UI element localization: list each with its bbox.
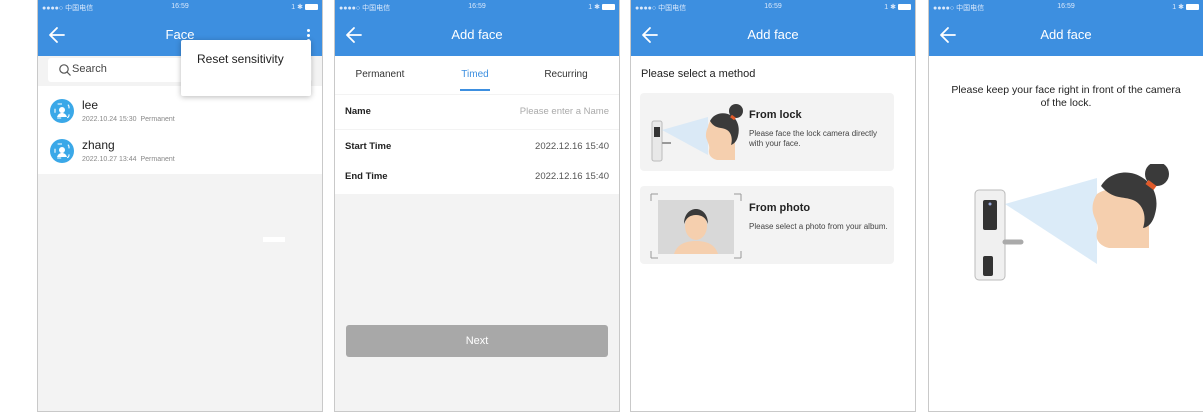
status-bar: ●●●●○ 中国电信 16:59 1 ✱ bbox=[335, 0, 619, 14]
method-title: From lock bbox=[749, 109, 802, 121]
field-label: Name bbox=[345, 106, 371, 117]
battery-icon bbox=[305, 4, 318, 11]
clock-label: 16:59 bbox=[1057, 3, 1075, 10]
status-bar: ●●●●○ 中国电信 16:59 1 ✱ bbox=[631, 0, 915, 14]
end-time-value[interactable]: 2022.12.16 15:40 bbox=[535, 171, 609, 182]
face-lock-illustration bbox=[974, 164, 1169, 281]
method-prompt: Please select a method bbox=[641, 68, 756, 80]
status-bar: ●●●●○ 中国电信 16:59 1 ✱ bbox=[929, 0, 1203, 14]
time-form: Name Please enter a Name Start Time 2022… bbox=[335, 94, 619, 411]
empty-area bbox=[38, 174, 322, 411]
status-icons: 1 ✱ bbox=[884, 3, 911, 11]
field-label: End Time bbox=[345, 171, 388, 182]
method-title: From photo bbox=[749, 202, 811, 214]
end-time-field[interactable]: End Time 2022.12.16 15:40 bbox=[335, 160, 619, 194]
tab-timed[interactable]: Timed bbox=[430, 69, 520, 91]
face-avatar-icon bbox=[50, 99, 74, 123]
tab-bar: Permanent Timed Recurring bbox=[335, 56, 619, 94]
user-meta: 2022.10.24 15:30 Permanent bbox=[82, 116, 175, 123]
phone-screen-face-capture: ●●●●○ 中国电信 16:59 1 ✱ Add face Please kee… bbox=[928, 0, 1203, 412]
user-name: zhang bbox=[82, 138, 115, 152]
divider bbox=[263, 237, 285, 242]
phone-screen-add-face-timed: ●●●●○ 中国电信 16:59 1 ✱ Add face Permanent … bbox=[334, 0, 620, 412]
photo-illustration bbox=[650, 193, 742, 259]
navigation-bar: Add face bbox=[929, 14, 1203, 56]
field-label: Start Time bbox=[345, 141, 392, 152]
start-time-value[interactable]: 2022.12.16 15:40 bbox=[535, 141, 609, 152]
status-icons: 1 ✱ bbox=[1172, 3, 1199, 11]
from-photo-option[interactable]: From photo Please select a photo from yo… bbox=[640, 186, 894, 264]
name-input[interactable]: Please enter a Name bbox=[520, 106, 609, 117]
clock-label: 16:59 bbox=[764, 3, 782, 10]
status-bar: ●●●●○ 中国电信 16:59 1 ✱ bbox=[38, 0, 322, 14]
battery-icon bbox=[602, 4, 615, 11]
battery-icon bbox=[1186, 4, 1199, 11]
status-icons: 1 ✱ bbox=[588, 3, 615, 11]
list-item[interactable]: lee 2022.10.24 15:30 Permanent bbox=[38, 90, 322, 132]
list-item[interactable]: zhang 2022.10.27 13:44 Permanent bbox=[38, 130, 322, 172]
method-description: Please face the lock camera directly wit… bbox=[749, 129, 878, 148]
tab-permanent[interactable]: Permanent bbox=[335, 69, 425, 80]
active-tab-indicator bbox=[460, 89, 490, 91]
search-icon bbox=[59, 64, 71, 76]
capture-instruction: Please keep your face right in front of … bbox=[951, 84, 1181, 109]
lock-camera-illustration bbox=[651, 104, 743, 162]
navigation-bar: Add face bbox=[631, 14, 915, 56]
page-title: Add face bbox=[747, 27, 799, 42]
method-description: Please select a photo from your album. bbox=[749, 222, 888, 231]
search-placeholder: Search bbox=[72, 63, 107, 75]
next-button[interactable]: Next bbox=[346, 325, 608, 357]
user-name: lee bbox=[82, 98, 99, 112]
clock-label: 16:59 bbox=[468, 3, 486, 10]
tab-recurring[interactable]: Recurring bbox=[521, 69, 611, 80]
user-meta: 2022.10.27 13:44 Permanent bbox=[82, 156, 175, 163]
phone-screen-select-method: ●●●●○ 中国电信 16:59 1 ✱ Add face Please sel… bbox=[630, 0, 916, 412]
name-field[interactable]: Name Please enter a Name bbox=[335, 95, 619, 129]
face-avatar-icon bbox=[50, 139, 74, 163]
navigation-bar: Add face bbox=[335, 14, 619, 56]
reset-sensitivity-menu-item[interactable]: Reset sensitivity bbox=[181, 40, 311, 96]
clock-label: 16:59 bbox=[171, 3, 189, 10]
from-lock-option[interactable]: From lock Please face the lock camera di… bbox=[640, 93, 894, 171]
status-icons: 1 ✱ bbox=[291, 3, 318, 11]
battery-icon bbox=[898, 4, 911, 11]
page-title: Add face bbox=[1040, 27, 1092, 42]
user-list: lee 2022.10.24 15:30 Permanent zhang 2022… bbox=[38, 90, 322, 174]
page-title: Add face bbox=[451, 27, 503, 42]
start-time-field[interactable]: Start Time 2022.12.16 15:40 bbox=[335, 130, 619, 164]
